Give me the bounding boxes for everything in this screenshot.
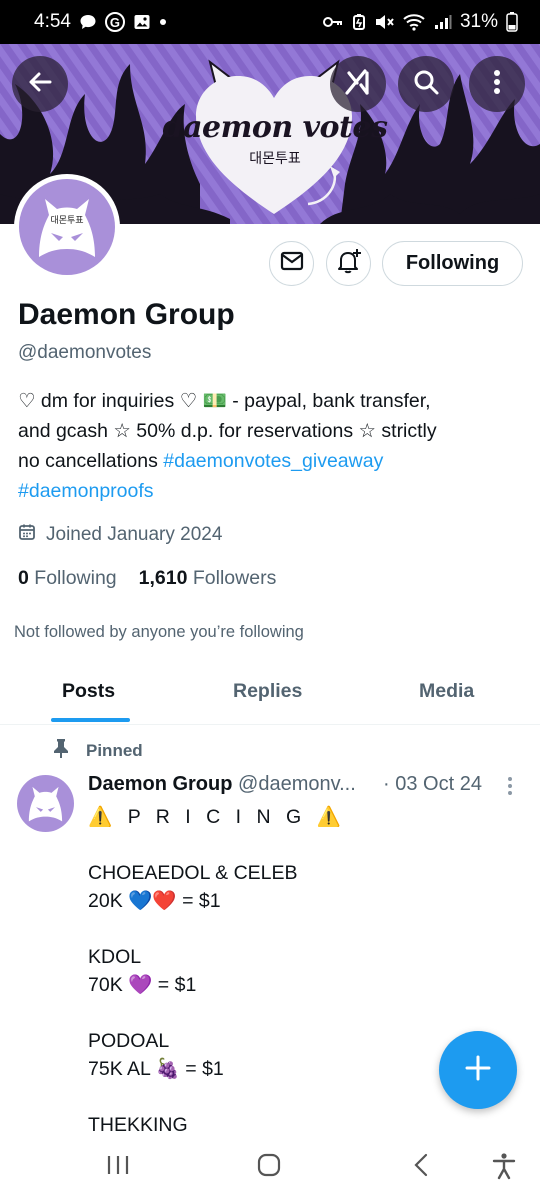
pinned-label: Pinned xyxy=(52,738,143,763)
post-line: 20K 💙❤️ = $1 xyxy=(88,890,221,912)
system-nav-bar xyxy=(0,1140,540,1200)
banner-title: daemon votes xyxy=(162,110,388,145)
post-line xyxy=(88,999,346,1027)
joined-date: Joined January 2024 xyxy=(18,523,222,547)
key-icon xyxy=(322,15,344,29)
active-tab-indicator xyxy=(51,718,130,722)
dot-icon xyxy=(159,18,167,26)
bio-line: no cancellations #daemonvotes_giveaway xyxy=(18,446,518,476)
bio-text: no cancellations xyxy=(18,450,164,472)
tab-media[interactable]: Media xyxy=(419,680,474,703)
post-line: THEKKING xyxy=(88,1114,188,1136)
image-icon xyxy=(133,13,151,31)
post-line: CHOEAEDOL & CELEB xyxy=(88,862,298,884)
profile-bio: ♡ dm for inquiries ♡ 💵 - paypal, bank tr… xyxy=(18,386,518,506)
compose-button[interactable] xyxy=(439,1031,517,1109)
post-line: 70K 💜 = $1 xyxy=(88,974,197,996)
status-time: 4:54 xyxy=(34,11,71,32)
signal-icon xyxy=(434,14,452,30)
home-button[interactable] xyxy=(256,1152,282,1183)
profile-handle: @daemonvotes xyxy=(18,342,152,363)
system-back-button[interactable] xyxy=(408,1152,434,1183)
back-button[interactable] xyxy=(12,56,68,112)
grok-icon xyxy=(343,67,373,102)
following-count: 0 xyxy=(18,567,29,589)
follow-counts: 0 Following 1,610 Followers xyxy=(18,567,276,590)
tab-replies[interactable]: Replies xyxy=(233,680,302,703)
post-more-button[interactable] xyxy=(506,776,514,801)
post-author-name[interactable]: Daemon Group xyxy=(88,773,232,795)
recent-apps-icon xyxy=(105,1156,131,1182)
google-icon: G xyxy=(104,12,125,32)
tab-posts[interactable]: Posts xyxy=(62,680,115,703)
back-icon xyxy=(26,68,54,101)
post-line: 75K AL 🍇 = $1 xyxy=(88,1058,224,1080)
calendar-icon xyxy=(18,523,36,547)
more-vertical-icon xyxy=(493,69,501,100)
following-count-link[interactable]: 0 Following xyxy=(18,567,117,590)
pinned-text: Pinned xyxy=(86,740,143,760)
avatar-text: 대몬투표 xyxy=(50,216,84,226)
followers-label: Followers xyxy=(192,567,277,589)
post-line xyxy=(88,915,346,943)
post-date[interactable]: · 03 Oct 24 xyxy=(383,773,482,796)
post-line: ⚠️ P R I C I N G ⚠️ xyxy=(88,806,346,828)
status-bar: 4:54 G 31% xyxy=(0,0,540,44)
profile-name: Daemon Group xyxy=(18,298,235,331)
banner-subtitle: 대몬투표 xyxy=(249,151,301,167)
profile-tabs: Posts Replies Media xyxy=(0,660,540,725)
bio-line: #daemonproofs xyxy=(18,476,518,506)
mute-icon xyxy=(374,13,394,31)
more-button[interactable] xyxy=(469,56,525,112)
mail-icon xyxy=(280,251,304,276)
post-header: Daemon Group @daemonv... xyxy=(88,773,356,796)
post-line xyxy=(88,1083,346,1111)
chat-icon xyxy=(79,13,97,31)
accessibility-icon xyxy=(491,1153,517,1184)
post-line: KDOL xyxy=(88,946,142,968)
followers-count: 1,610 xyxy=(138,567,188,589)
wifi-icon xyxy=(402,13,426,31)
recent-apps-button[interactable] xyxy=(105,1152,131,1183)
more-vertical-icon xyxy=(506,777,514,800)
profile-avatar[interactable]: 대몬투표 xyxy=(14,174,120,280)
following-label: Following xyxy=(34,567,117,589)
post-avatar[interactable] xyxy=(17,775,74,832)
avatar-image: 대몬투표 xyxy=(19,179,115,275)
bell-plus-icon xyxy=(335,247,363,280)
search-icon xyxy=(412,68,440,101)
not-followed-notice: Not followed by anyone you’re following xyxy=(14,623,304,641)
message-button[interactable] xyxy=(269,241,314,286)
grok-button[interactable] xyxy=(330,56,386,112)
battery-icon xyxy=(506,12,518,32)
search-button[interactable] xyxy=(398,56,454,112)
bio-line: and gcash ☆ 50% d.p. for reservations ☆ … xyxy=(18,420,437,442)
post-line xyxy=(88,831,346,859)
devil-mask-icon xyxy=(28,786,63,822)
joined-text: Joined January 2024 xyxy=(46,524,223,545)
post-line: PODOAL xyxy=(88,1030,170,1052)
pin-icon xyxy=(52,738,70,763)
hashtag-link[interactable]: #daemonvotes_giveaway xyxy=(163,450,383,472)
devil-mask-icon xyxy=(39,199,95,257)
plus-icon xyxy=(464,1054,492,1087)
home-icon xyxy=(256,1153,282,1182)
hashtag-link[interactable]: #daemonproofs xyxy=(18,480,154,502)
battery-percent: 31% xyxy=(459,11,498,32)
following-button[interactable]: Following xyxy=(382,241,523,286)
battery-saver-icon xyxy=(352,13,366,31)
accessibility-button[interactable] xyxy=(491,1152,517,1185)
post-text[interactable]: ⚠️ P R I C I N G ⚠️ CHOEAEDOL & CELEB 20… xyxy=(88,803,346,1139)
post-author-handle[interactable]: @daemonv... xyxy=(238,773,356,795)
followers-count-link[interactable]: 1,610 Followers xyxy=(139,567,277,590)
bio-line: ♡ dm for inquiries ♡ 💵 - paypal, bank tr… xyxy=(18,390,431,412)
back-chevron-icon xyxy=(408,1153,434,1182)
notifications-button[interactable] xyxy=(326,241,371,286)
